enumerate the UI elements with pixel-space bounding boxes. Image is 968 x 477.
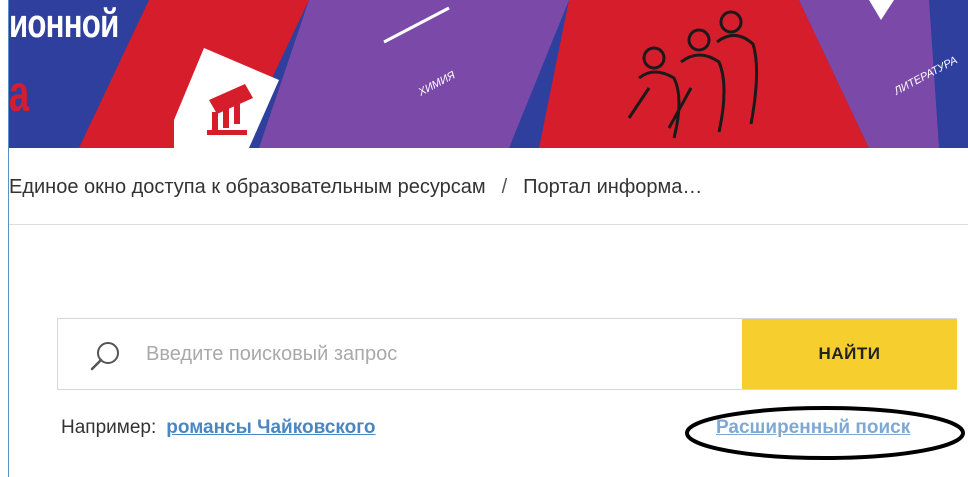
breadcrumb-separator: / bbox=[501, 175, 508, 198]
example-prefix: Например: bbox=[61, 417, 157, 438]
search-input[interactable] bbox=[146, 319, 736, 389]
highlight-ellipse bbox=[685, 406, 965, 460]
logo-letter: а bbox=[9, 65, 30, 123]
logo-text: ионной bbox=[9, 2, 119, 46]
search-example: Например: романсы Чайковского bbox=[61, 417, 376, 439]
header-banner: ионной а ХИМИЯ ЛИТЕРАТУРА bbox=[9, 0, 968, 148]
search-box: НАЙТИ bbox=[57, 318, 957, 390]
banner-graphic bbox=[9, 0, 968, 148]
search-icon bbox=[90, 342, 119, 371]
breadcrumb-item-current[interactable]: Портал информа… bbox=[523, 176, 702, 199]
search-button[interactable]: НАЙТИ bbox=[742, 319, 957, 389]
breadcrumb-divider bbox=[9, 224, 968, 225]
example-link[interactable]: романсы Чайковского bbox=[166, 417, 375, 438]
breadcrumb-item-home[interactable]: Единое окно доступа к образовательным ре… bbox=[9, 176, 486, 199]
breadcrumb: Единое окно доступа к образовательным ре… bbox=[9, 172, 702, 202]
